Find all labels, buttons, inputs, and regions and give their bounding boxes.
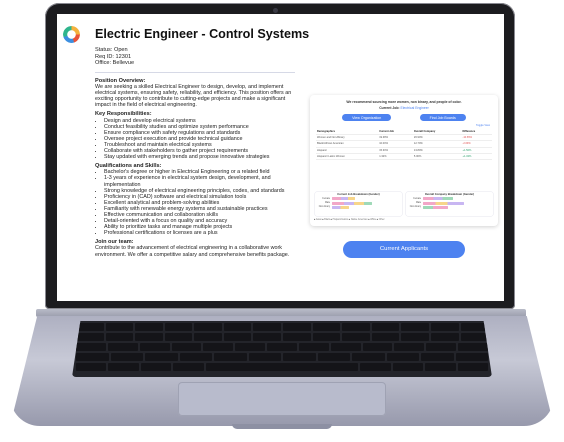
bar — [423, 201, 464, 205]
bar — [332, 205, 349, 209]
chart-legend: ■ Asian ■ Black ■ Hispanic/Latinx ■ Nati… — [314, 219, 385, 221]
dashboard-actions: View Organization Find Job Boards — [310, 114, 498, 121]
bar — [332, 201, 372, 205]
job-office: Office: Bellevue — [95, 60, 135, 67]
overview-text: We are seeking a skilled Electrical Engi… — [95, 84, 292, 109]
list-item: 1-3 years of experience in electrical sy… — [104, 175, 300, 187]
table-cell: Hispanic/ Latinx Women — [316, 153, 379, 160]
qualifications-list: Bachelor's degree or higher in Electrica… — [95, 169, 300, 236]
bar-row: Non-binary — [318, 205, 399, 209]
bar-row: Female — [318, 197, 399, 201]
current-job-value: Electrical Engineer — [400, 106, 429, 110]
list-item: Strong knowledge of electrical engineeri… — [104, 188, 300, 194]
table-cell: 1.32% — [378, 153, 413, 160]
bar-label: Female — [413, 197, 421, 200]
bar — [332, 197, 355, 201]
panel-title: Current Job Breakdown (Gender) — [337, 193, 380, 196]
current-applicants-button[interactable]: Current Applicants — [343, 241, 465, 258]
job-req-id: Req ID: 12301 — [95, 53, 132, 60]
find-job-boards-button[interactable]: Find Job Boards — [419, 114, 466, 121]
company-logo-icon — [63, 26, 80, 43]
table-cell: +1.32% — [461, 153, 492, 160]
bar-label: Female — [322, 197, 330, 200]
current-job-label: Current Job: — [379, 106, 400, 110]
job-description: Position Overview: We are seeking a skil… — [95, 75, 300, 258]
bar-label: Non-binary — [409, 206, 421, 209]
list-item: Stay updated with emerging trends and pr… — [104, 154, 300, 160]
view-organization-button[interactable]: View Organization — [342, 114, 392, 121]
screen: Electric Engineer - Control Systems Stat… — [57, 14, 504, 301]
demographics-table: Demographics Current Job Overall Company… — [316, 129, 492, 160]
table-cell: 5.00% — [412, 153, 462, 160]
bar-label: Male — [325, 202, 330, 205]
current-job-line: Current Job: Electrical Engineer — [310, 106, 498, 110]
webcam — [273, 8, 278, 13]
bar-label: Non-binary — [318, 206, 330, 209]
job-title: Electric Engineer - Control Systems — [95, 27, 310, 41]
overall-company-breakdown-panel: Overall Company Breakdown (Gender) Femal… — [406, 192, 493, 216]
bar-row: Male — [318, 201, 399, 205]
bar-row: Male — [409, 201, 490, 205]
divider — [95, 72, 295, 73]
table-row: Hispanic/ Latinx Women 1.32% 5.00% +1.32… — [316, 153, 492, 160]
job-meta: Status: Open Req ID: 12301 Office: Belle… — [95, 47, 134, 67]
toggle-view-link[interactable]: Toggle View — [310, 124, 490, 127]
bar-row: Female — [409, 197, 490, 201]
bar — [423, 205, 448, 209]
bar-label: Male — [416, 202, 421, 205]
diversity-dashboard-card: We recommend sourcing more women, non bi… — [310, 95, 498, 226]
join-text: Contribute to the advancement of electri… — [95, 245, 290, 258]
list-item: Professional certifications or licenses … — [104, 230, 300, 236]
bar — [423, 197, 453, 201]
bar-row: Non-binary — [409, 205, 490, 209]
current-job-breakdown-panel: Current Job Breakdown (Gender) Female Ma… — [315, 192, 402, 216]
trackpad[interactable] — [178, 382, 386, 416]
laptop-foot — [232, 424, 332, 429]
laptop-hinge — [36, 309, 526, 317]
recommendation-text: We recommend sourcing more women, non bi… — [346, 100, 462, 104]
keyboard — [72, 321, 492, 377]
responsibilities-list: Design and develop electrical systems Co… — [95, 118, 300, 161]
panel-title: Overall Company Breakdown (Gender) — [424, 193, 475, 196]
job-status: Status: Open — [95, 47, 128, 53]
